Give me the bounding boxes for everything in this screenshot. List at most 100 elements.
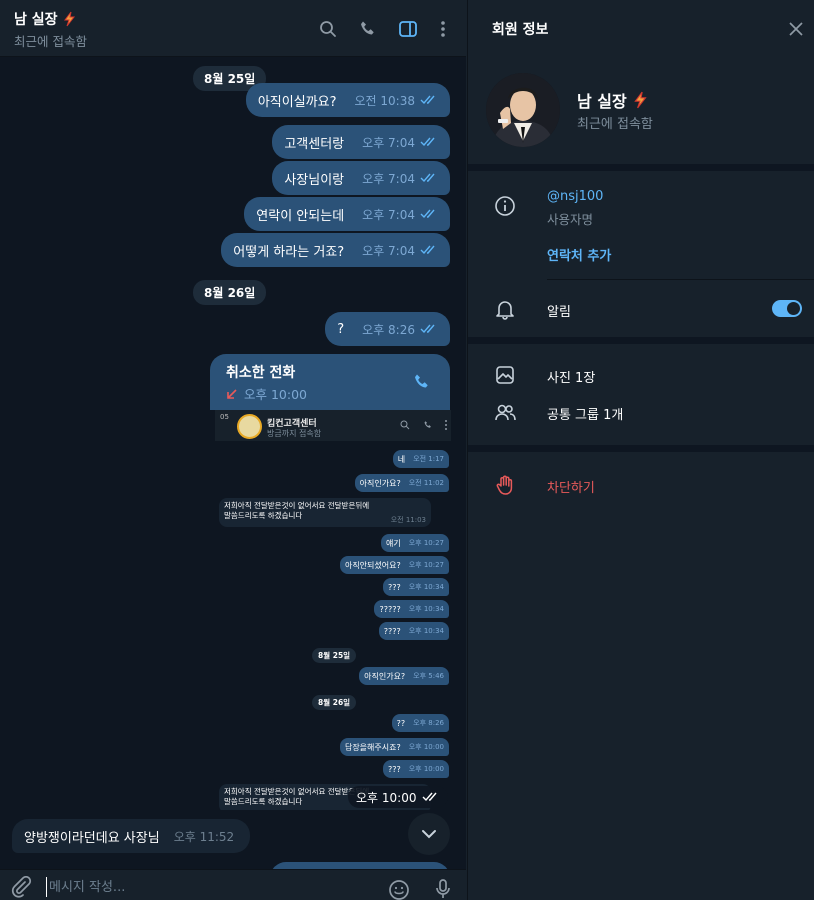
image-message-outgoing: 아직안되셨어요? 오후 10:27 [339,556,449,574]
call-message[interactable]: 취소한 전화 오후 10:00 [210,354,450,410]
lightning-icon [63,11,75,27]
message-text: 아직이실까요? [257,94,337,110]
chevron-down-icon [422,830,436,839]
message-text: ? [337,321,345,337]
phone-icon[interactable] [412,372,432,392]
chat-pane: 남 실장 최근에 접속함 8월 25일 아직이실까요? 오전 10:38 고객센… [0,0,466,900]
image-message-outgoing: 아직인가요? 오전 11:02 [354,474,449,492]
composer [0,869,466,900]
mic-icon[interactable] [433,878,453,900]
image-message-time: 오후 5:46 [413,672,444,680]
message-outgoing[interactable]: 연락이 안되는데 오후 7:04 [244,197,450,231]
sidebar-toggle-icon[interactable] [398,19,418,39]
image-date-separator: 8월 26일 [312,695,357,710]
panel-title: 회원 정보 [492,22,549,38]
image-message-text: 아직인가요? [359,478,401,488]
row-divider [547,279,814,280]
chat-title[interactable]: 남 실장 [14,9,78,29]
date-separator: 8월 26일 [193,280,267,305]
message-time: 오후 10:00 [356,790,417,805]
message-outgoing[interactable]: 사장님이랑 오후 7:04 [272,161,450,195]
toggle-knob [787,302,800,315]
phone-icon [424,421,431,428]
image-message-time: 오후 10:34 [408,605,444,613]
chat-title-text: 남 실장 [14,12,58,28]
profile-panel: 회원 정보 남 실장 최근에 접속함 @nsj100 사용자명 연락처 추가 알… [467,0,814,900]
message-time: 오후 7:04 [362,243,415,258]
message-outgoing[interactable]: 고객센터랑 오후 7:04 [272,125,450,159]
message-outgoing[interactable]: 아직이실까요? 오전 10:38 [245,83,450,117]
search-icon[interactable] [318,19,338,39]
message-text: 양방쟁이라던데요 사장님 [24,830,160,846]
profile-name-text: 남 실장 [577,92,627,111]
scroll-down-button[interactable] [408,813,450,855]
image-message-time: 오후 10:00 [408,743,444,751]
image-badge: 05 [220,413,229,421]
image-status: 방금까지 접속함 [267,429,322,438]
users-icon [495,404,516,421]
common-groups-item[interactable]: 공통 그룹 1개 [547,404,623,423]
more-icon [445,420,447,430]
block-user-button[interactable]: 차단하기 [547,477,595,496]
message-incoming[interactable]: 양방쟁이라던데요 사장님 오후 11:52 [12,819,250,853]
image-message-outgoing: 아직인가요? 오후 5:46 [359,667,449,685]
image-message-outgoing: ????? 오후 10:34 [374,600,449,618]
message-list[interactable]: 8월 25일 아직이실까요? 오전 10:38 고객센터랑 오후 7:04 사장… [0,57,466,869]
image-message-outgoing: ??? 오후 10:34 [382,578,449,596]
info-icon [495,196,515,216]
avatar-illustration [486,73,560,147]
message-text: 사장님이랑 [284,172,345,188]
message-time: 오후 7:04 [362,171,415,186]
message-time: 오후 7:04 [362,135,415,150]
notifications-label[interactable]: 알림 [547,301,571,320]
image-date-separator: 8월 25일 [312,648,357,663]
chat-status: 최근에 접속함 [14,34,87,49]
message-outgoing[interactable]: ? 오후 8:26 [325,312,450,346]
double-check-icon [420,95,435,105]
image-message-outgoing: 답장을해주시죠? 오후 10:00 [339,738,449,756]
bell-icon [496,301,514,320]
image-message-outgoing: ??? 오후 10:00 [382,760,449,778]
phone-icon[interactable] [358,19,378,39]
avatar[interactable] [486,73,560,147]
image-message-outgoing: ?? 오후 8:26 [391,714,449,732]
message-input[interactable] [46,877,346,897]
image-message-text: 네 [397,454,406,464]
profile-name: 남 실장 [577,88,650,112]
section-divider [468,337,814,344]
double-check-icon [420,245,435,255]
missed-call-icon [227,388,237,399]
image-message-text: 아직인가요? [364,671,406,681]
image-message-text: ??? [387,764,401,774]
image-message-time: 오후 10:34 [408,627,444,635]
image-message-time: 오후 10:00 [408,765,444,773]
message-time: 오후 8:26 [362,322,415,337]
more-icon[interactable] [433,19,453,39]
profile-status: 최근에 접속함 [577,117,653,132]
notifications-toggle[interactable] [772,300,802,317]
image-message-text: ???? [383,626,401,636]
section-divider [468,164,814,171]
chat-header[interactable]: 남 실장 최근에 접속함 [0,0,466,57]
message-outgoing[interactable] [270,862,450,869]
double-check-icon [420,209,435,219]
image-message-outgoing: 얘기 오후 10:27 [380,534,449,552]
image-message[interactable]: 05 킴컨고객센터 방금까지 접속함 네 오전 1:17 아직인가요? 오전 11:… [215,410,451,810]
add-contact-button[interactable]: 연락처 추가 [547,245,611,264]
image-message-text: ??? [387,582,401,592]
search-icon [400,420,410,430]
section-divider [468,445,814,452]
image-message-incoming: 저희아직 전달받은것이 없어서요 전달받은뒤에 말씀드리도록 하겠습니다 오전 … [219,498,431,527]
message-time: 오후 11:52 [173,829,235,844]
username-link[interactable]: @nsj100 [547,189,603,204]
image-message-text: ?? [396,718,406,728]
emoji-icon[interactable] [388,879,410,900]
close-icon[interactable] [788,21,804,37]
image-message-text: 저희아직 전달받은것이 없어서요 전달받은뒤에 [224,501,370,510]
message-outgoing[interactable]: 어떻게 하라는 거죠? 오후 7:04 [221,233,450,267]
paperclip-icon[interactable] [10,876,32,898]
photos-item[interactable]: 사진 1장 [547,367,595,386]
image-avatar [237,414,262,439]
image-message-text: 얘기 [385,538,401,548]
message-text: 어떻게 하라는 거죠? [233,244,345,260]
